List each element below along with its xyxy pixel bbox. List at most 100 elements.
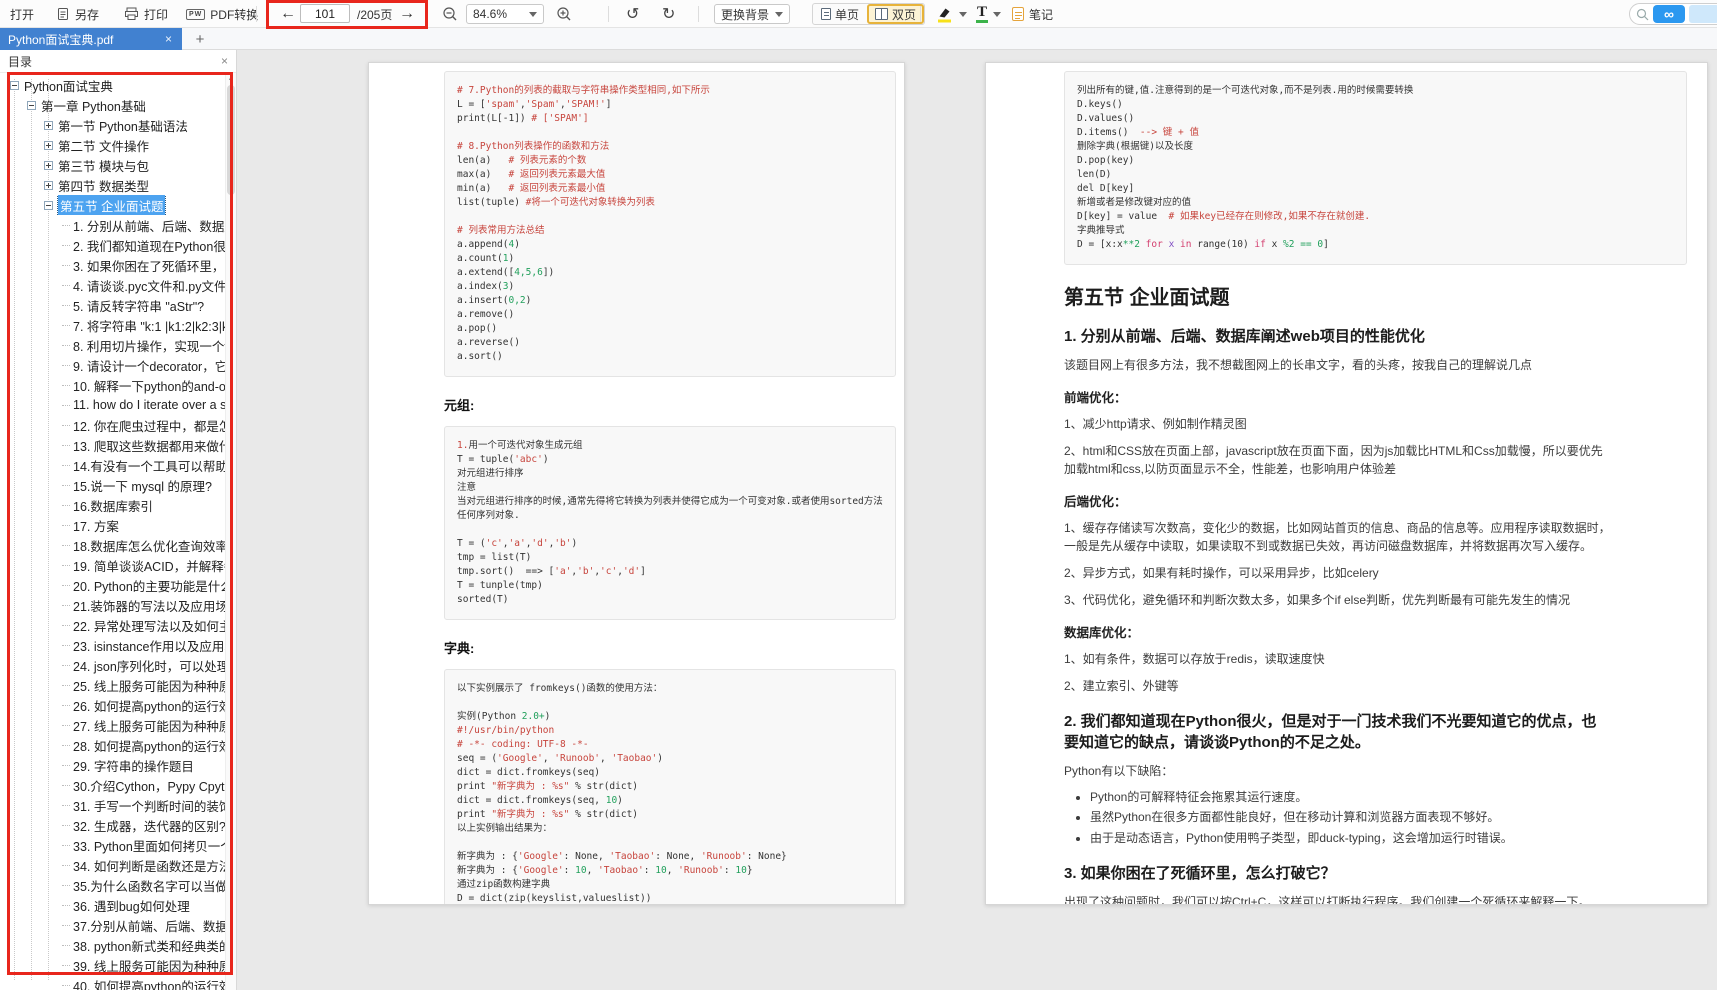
toc-item[interactable]: 12. 你在爬虫过程中，都是怎么 bbox=[0, 415, 225, 435]
zoom-in-button[interactable] bbox=[556, 0, 572, 28]
toc-item[interactable]: 第一章 Python基础 bbox=[0, 95, 225, 115]
toc-item[interactable]: 2. 我们都知道现在Python很火 bbox=[0, 235, 225, 255]
toc-item[interactable]: 28. 如何提高python的运行效率 bbox=[0, 735, 225, 755]
toc-item[interactable]: 5. 请反转字符串 "aStr"? bbox=[0, 295, 225, 315]
tree-connector-line bbox=[62, 745, 70, 746]
toc-item[interactable]: 第三节 模块与包 bbox=[0, 155, 225, 175]
toc-item[interactable]: 20. Python的主要功能是什么? bbox=[0, 575, 225, 595]
scrollbar-thumb[interactable] bbox=[227, 85, 235, 195]
redo-button[interactable]: ↻ bbox=[662, 0, 675, 28]
undo-button[interactable]: ↺ bbox=[626, 0, 639, 28]
toc-item[interactable]: 39. 线上服务可能因为种种原因 bbox=[0, 955, 225, 975]
toc-item[interactable]: 9. 请设计一个decorator，它可 bbox=[0, 355, 225, 375]
toc-item[interactable]: 35.为什么函数名字可以当做参 bbox=[0, 875, 225, 895]
open-button[interactable]: 打开 bbox=[10, 0, 34, 28]
toc-item[interactable]: 19. 简单谈谈ACID，并解释每 bbox=[0, 555, 225, 575]
toc-item[interactable]: 第五节 企业面试题 bbox=[0, 195, 225, 215]
toc-item[interactable]: 23. isinstance作用以及应用场 bbox=[0, 635, 225, 655]
toc-item[interactable]: 17. 方案 bbox=[0, 515, 225, 535]
tree-expand-icon[interactable] bbox=[44, 161, 53, 170]
toc-item[interactable]: 26. 如何提高python的运行效率 bbox=[0, 695, 225, 715]
save-as-button[interactable]: 另存 bbox=[56, 0, 99, 28]
toc-item[interactable]: 30.介绍Cython，Pypy Cpytho bbox=[0, 775, 225, 795]
sidebar-scrollbar[interactable]: ▲ bbox=[225, 73, 236, 990]
tree-connector-line bbox=[62, 885, 70, 886]
toc-item[interactable]: 34. 如何判断是函数还是方法? bbox=[0, 855, 225, 875]
toc-item-label: 16.数据库索引 bbox=[73, 496, 153, 515]
tree-connector-line bbox=[62, 225, 70, 226]
tree-expand-icon[interactable] bbox=[44, 121, 53, 130]
toc-item[interactable]: 32. 生成器，迭代器的区别? bbox=[0, 815, 225, 835]
page-paragraph: Python有以下缺陷： bbox=[1064, 762, 1687, 780]
code-line: a.index(3) bbox=[457, 280, 883, 294]
toc-item[interactable]: 8. 利用切片操作，实现一个trim bbox=[0, 335, 225, 355]
toc-item-label: 17. 方案 bbox=[73, 516, 119, 535]
toc-item[interactable]: 第四节 数据类型 bbox=[0, 175, 225, 195]
pdf-page-right[interactable]: 列出所有的键,值.注意得到的是一个可迭代对象,而不是列表.用的时候需要转换D.k… bbox=[985, 62, 1708, 905]
toc-item[interactable]: 第一节 Python基础语法 bbox=[0, 115, 225, 135]
browser-logo-icon[interactable]: ∞ bbox=[1653, 5, 1685, 23]
search-tail-area bbox=[1689, 5, 1717, 23]
toc-item[interactable]: 31. 手写一个判断时间的装饰器 bbox=[0, 795, 225, 815]
scroll-up-icon[interactable]: ▲ bbox=[226, 73, 236, 82]
toc-item[interactable]: 15.说一下 mysql 的原理? bbox=[0, 475, 225, 495]
code-line: 新字典为 : {'Google': None, 'Taobao': None, … bbox=[457, 850, 883, 864]
toc-item[interactable]: 37.分别从前端、后端、数据库 bbox=[0, 915, 225, 935]
zoom-select[interactable]: 84.6% bbox=[466, 0, 544, 28]
toc-item[interactable]: 3. 如果你困在了死循环里，怎么 bbox=[0, 255, 225, 275]
code-line: D.items() --> 键 + 值 bbox=[1077, 126, 1674, 140]
toc-item[interactable]: 25. 线上服务可能因为种种原因 bbox=[0, 675, 225, 695]
tree-collapse-icon[interactable] bbox=[44, 201, 53, 210]
text-color-button[interactable]: T bbox=[976, 0, 1001, 28]
toc-item-label: 28. 如何提高python的运行效率 bbox=[73, 736, 225, 755]
zoom-out-button[interactable] bbox=[442, 0, 458, 28]
new-tab-button[interactable]: + bbox=[188, 28, 212, 50]
page-paragraph: 2、建立索引、外键等 bbox=[1064, 677, 1687, 695]
toc-item[interactable]: 13. 爬取这些数据都用来做什么 bbox=[0, 435, 225, 455]
tree-expand-icon[interactable] bbox=[44, 181, 53, 190]
tree-collapse-icon[interactable] bbox=[10, 81, 19, 90]
toc-item[interactable]: 4. 请谈谈.pyc文件和.py文件的 bbox=[0, 275, 225, 295]
toc-item[interactable]: 38. python新式类和经典类的区 bbox=[0, 935, 225, 955]
pdf-convert-button[interactable]: PW PDF转换 bbox=[186, 0, 258, 28]
toc-item[interactable]: 29. 字符串的操作题目 bbox=[0, 755, 225, 775]
tree-expand-icon[interactable] bbox=[44, 141, 53, 150]
single-page-button[interactable]: 单页 bbox=[813, 4, 867, 24]
toc-item[interactable]: 27. 线上服务可能因为种种原因 bbox=[0, 715, 225, 735]
toc-item[interactable]: 24. json序列化时，可以处理的 bbox=[0, 655, 225, 675]
toc-item[interactable]: 18.数据库怎么优化查询效率? bbox=[0, 535, 225, 555]
sidebar-header: 目录 × bbox=[0, 50, 236, 73]
notes-button[interactable]: 笔记 bbox=[1012, 0, 1053, 28]
toc-item[interactable]: 22. 异常处理写法以及如何主动 bbox=[0, 615, 225, 635]
zoom-in-icon bbox=[556, 6, 572, 22]
toc-item[interactable]: 7. 将字符串 "k:1 |k1:2|k2:3|k3 bbox=[0, 315, 225, 335]
highlighter-button[interactable] bbox=[936, 0, 967, 28]
toc-item[interactable]: 1. 分别从前端、后端、数据库阐 bbox=[0, 215, 225, 235]
toc-item[interactable]: 33. Python里面如何拷贝一个对 bbox=[0, 835, 225, 855]
chevron-down-icon bbox=[959, 12, 967, 17]
change-background-button[interactable]: 更换背景 bbox=[714, 0, 790, 28]
toc-item[interactable]: 11. how do I iterate over a s bbox=[0, 395, 225, 415]
toc-item[interactable]: Python面试宝典 bbox=[0, 75, 225, 95]
double-page-button[interactable]: 双页 bbox=[867, 4, 924, 24]
print-button[interactable]: 打印 bbox=[124, 0, 168, 28]
sidebar-close-icon[interactable]: × bbox=[221, 54, 228, 68]
toc-item[interactable]: 第二节 文件操作 bbox=[0, 135, 225, 155]
page-number-input[interactable] bbox=[300, 4, 350, 23]
toc-item[interactable]: 14.有没有一个工具可以帮助查 bbox=[0, 455, 225, 475]
pdf-page-left[interactable]: # 7.Python的列表的截取与字符串操作类型相同,如下所示L = ['spa… bbox=[368, 62, 905, 905]
toc-item[interactable]: 36. 遇到bug如何处理 bbox=[0, 895, 225, 915]
tab-close-icon[interactable]: × bbox=[163, 32, 174, 46]
next-page-button[interactable]: → bbox=[399, 0, 415, 28]
prev-page-button[interactable]: ← bbox=[280, 0, 296, 28]
search-box[interactable]: ∞ bbox=[1629, 3, 1717, 25]
toc-item[interactable]: 10. 解释一下python的and-or bbox=[0, 375, 225, 395]
toc-item[interactable]: 40. 如何提高python的运行效率 bbox=[0, 975, 225, 990]
toc-item-label: 3. 如果你困在了死循环里，怎么 bbox=[73, 256, 225, 275]
tree-collapse-icon[interactable] bbox=[27, 101, 36, 110]
tab-python-pdf[interactable]: Python面试宝典.pdf × bbox=[0, 28, 182, 50]
print-icon bbox=[124, 7, 139, 21]
single-page-icon bbox=[821, 8, 831, 20]
toc-item[interactable]: 16.数据库索引 bbox=[0, 495, 225, 515]
toc-item[interactable]: 21.装饰器的写法以及应用场景 bbox=[0, 595, 225, 615]
